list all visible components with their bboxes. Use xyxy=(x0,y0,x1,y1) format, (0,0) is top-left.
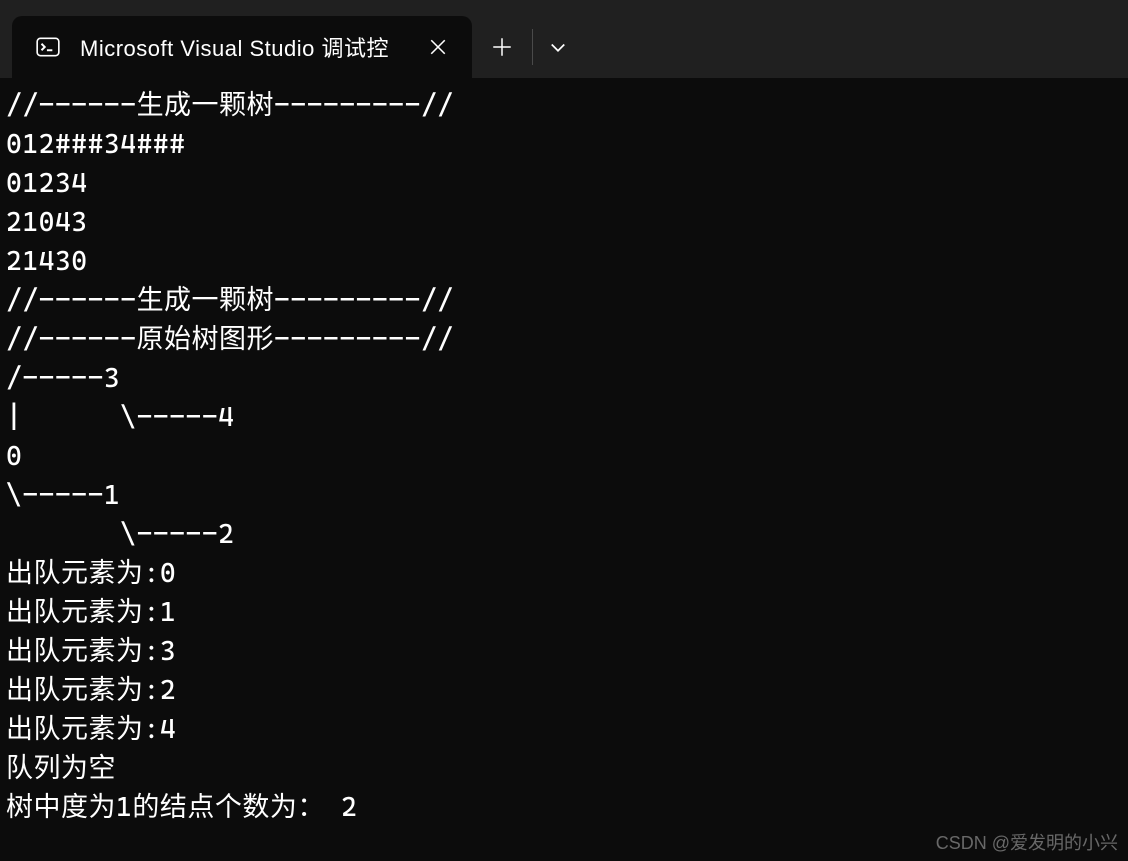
tab-active[interactable]: Microsoft Visual Studio 调试控 xyxy=(12,16,472,78)
watermark: CSDN @爱发明的小兴 xyxy=(936,829,1118,855)
tab-title: Microsoft Visual Studio 调试控 xyxy=(80,31,406,63)
terminal-icon xyxy=(34,33,62,61)
tab-dropdown-button[interactable] xyxy=(533,16,583,78)
titlebar-actions xyxy=(472,16,583,78)
titlebar: Microsoft Visual Studio 调试控 xyxy=(0,0,1128,78)
new-tab-button[interactable] xyxy=(472,16,532,78)
chevron-down-icon xyxy=(548,37,568,57)
close-icon[interactable] xyxy=(424,33,452,61)
console-output: //------生成一颗树---------// 012###34### 012… xyxy=(0,78,1128,835)
